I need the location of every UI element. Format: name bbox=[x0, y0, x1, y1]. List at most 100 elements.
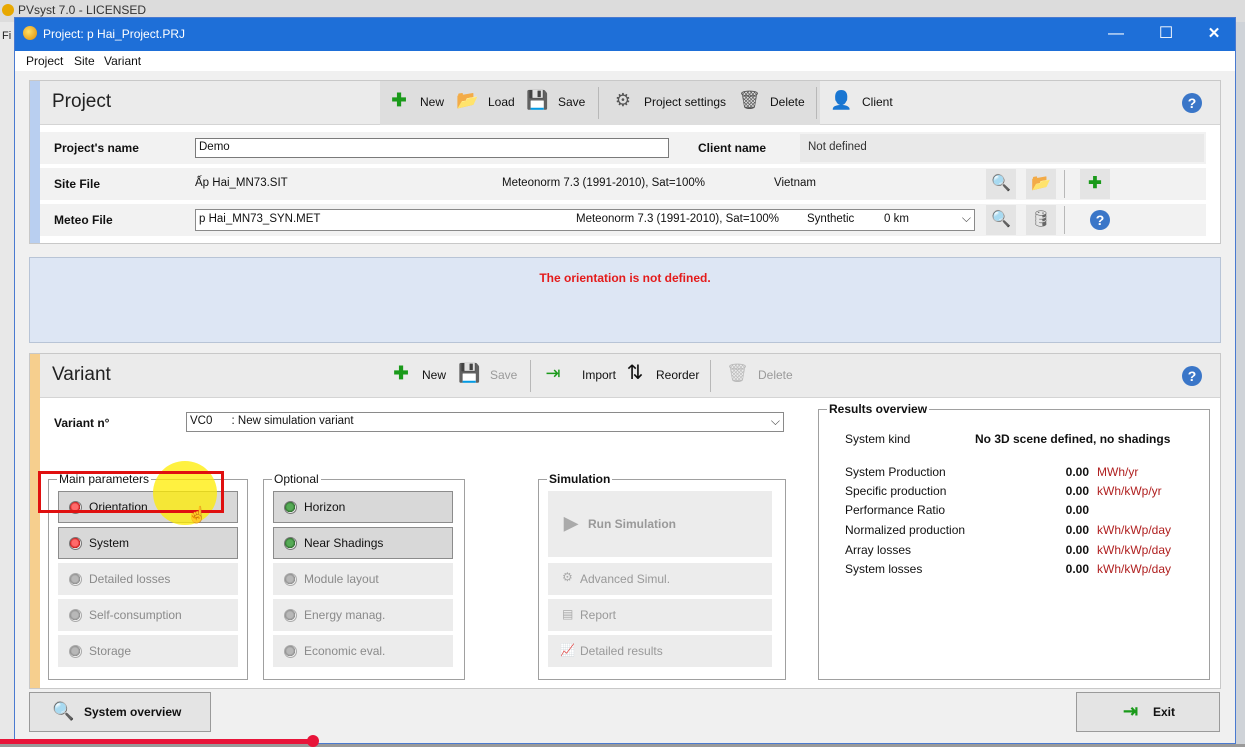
background-title-text: PVsyst 7.0 - LICENSED bbox=[18, 3, 147, 17]
project-panel: Project ✚ New 📂 Load 💾 Save ⚙ Project settin… bbox=[29, 80, 1221, 244]
storage-button[interactable]: Storage bbox=[58, 635, 238, 667]
project-help-icon[interactable]: ? bbox=[1182, 93, 1202, 113]
report-button[interactable]: ▤ Report bbox=[548, 599, 772, 631]
user-icon: 👤 bbox=[830, 90, 853, 110]
client-name-value: Not defined bbox=[808, 141, 867, 153]
near-shadings-button[interactable]: Near Shadings bbox=[273, 527, 453, 559]
result-unit: kWh/kWp/day bbox=[1097, 543, 1172, 557]
project-name-field[interactable]: Demo bbox=[195, 138, 669, 158]
minimize-button[interactable]: — bbox=[1101, 22, 1131, 46]
system-kind-label: System kind bbox=[845, 432, 911, 446]
project-header: Project ✚ New 📂 Load 💾 Save ⚙ Project settin… bbox=[40, 81, 1220, 125]
chevron-down-icon: ⌵ bbox=[961, 211, 971, 225]
chevron-down-icon: ⌵ bbox=[770, 414, 780, 428]
energy-manag-label: Energy manag. bbox=[304, 608, 386, 622]
meteo-database-button[interactable]: 🛢 bbox=[1026, 205, 1056, 235]
economic-eval-label: Economic eval. bbox=[304, 644, 386, 658]
chart-icon: 📈 bbox=[560, 643, 575, 657]
near-shadings-label: Near Shadings bbox=[304, 536, 384, 550]
status-gray-icon bbox=[69, 609, 82, 622]
magnifier-icon: 🔍 bbox=[52, 701, 75, 721]
video-progress-bar[interactable] bbox=[0, 735, 319, 747]
plus-icon: ✚ bbox=[1088, 175, 1102, 192]
meteo-help-icon[interactable]: ? bbox=[1090, 210, 1110, 230]
variant-save-label: Save bbox=[490, 368, 518, 382]
economic-eval-button[interactable]: Economic eval. bbox=[273, 635, 453, 667]
row-separator bbox=[1064, 206, 1065, 234]
menu-project[interactable]: Project bbox=[26, 54, 63, 68]
result-unit: kWh/kWp/day bbox=[1097, 562, 1172, 576]
meteo-view-button[interactable]: 🔍 bbox=[986, 205, 1016, 235]
background-edge bbox=[1235, 22, 1245, 744]
results-overview-legend: Results overview bbox=[829, 402, 928, 416]
project-window: Project: p Hai_Project.PRJ — ☐ ✕ Project… bbox=[14, 17, 1236, 744]
gear-icon: ⚙ bbox=[562, 570, 573, 584]
run-simulation-button[interactable]: ▶ Run Simulation bbox=[548, 491, 772, 557]
variant-number-value: VC0 : New simulation variant bbox=[190, 415, 354, 427]
window-titlebar[interactable]: Project: p Hai_Project.PRJ — ☐ ✕ bbox=[15, 18, 1235, 51]
system-button[interactable]: System bbox=[58, 527, 238, 559]
progress-knob[interactable] bbox=[307, 735, 319, 747]
run-simulation-label: Run Simulation bbox=[588, 517, 676, 531]
orientation-error-message: The orientation is not defined. bbox=[539, 271, 711, 285]
exit-button[interactable]: ⇥ Exit bbox=[1076, 692, 1220, 732]
detailed-losses-label: Detailed losses bbox=[89, 572, 171, 586]
horizon-button[interactable]: Horizon bbox=[273, 491, 453, 523]
detailed-losses-button[interactable]: Detailed losses bbox=[58, 563, 238, 595]
result-unit: MWh/yr bbox=[1097, 465, 1139, 479]
site-file-row: Site File Ấp Hai_MN73.SIT Meteonorm 7.3 … bbox=[40, 168, 1206, 200]
toolbar-separator bbox=[816, 87, 817, 119]
exit-door-icon: ⇥ bbox=[1123, 701, 1139, 721]
self-consumption-button[interactable]: Self-consumption bbox=[58, 599, 238, 631]
pvsyst-logo-icon bbox=[2, 4, 14, 16]
result-unit: kWh/kWp/yr bbox=[1097, 484, 1162, 498]
advanced-simul-button[interactable]: ⚙ Advanced Simul. bbox=[548, 563, 772, 595]
site-country: Vietnam bbox=[774, 177, 816, 189]
result-unit: kWh/kWp/day bbox=[1097, 523, 1172, 537]
project-name-row: Project's name Demo Client name Not defi… bbox=[40, 132, 1206, 164]
variant-title: Variant bbox=[52, 364, 111, 385]
plus-icon: ✚ bbox=[393, 363, 409, 383]
exit-label: Exit bbox=[1153, 705, 1176, 719]
meteo-file-select[interactable]: p Hai_MN73_SYN.MET Meteonorm 7.3 (1991-2… bbox=[195, 209, 975, 231]
self-consumption-label: Self-consumption bbox=[89, 608, 182, 622]
toolbar-separator bbox=[530, 360, 531, 392]
detailed-results-label: Detailed results bbox=[580, 644, 663, 658]
site-file-name: Ấp Hai_MN73.SIT bbox=[195, 177, 288, 189]
meteo-file-name: p Hai_MN73_SYN.MET bbox=[199, 213, 321, 225]
floppy-icon: 💾 bbox=[526, 90, 549, 110]
client-name-label: Client name bbox=[698, 141, 767, 155]
report-icon: ▤ bbox=[562, 607, 574, 621]
row-separator bbox=[1064, 170, 1065, 198]
site-new-button[interactable]: ✚ bbox=[1080, 169, 1110, 199]
simulation-legend: Simulation bbox=[549, 472, 611, 486]
module-layout-button[interactable]: Module layout bbox=[273, 563, 453, 595]
maximize-button[interactable]: ☐ bbox=[1151, 22, 1181, 46]
system-overview-button[interactable]: 🔍 System overview bbox=[29, 692, 211, 732]
variant-select[interactable]: VC0 : New simulation variant ⌵ bbox=[186, 412, 784, 432]
variant-help-icon[interactable]: ? bbox=[1182, 366, 1202, 386]
project-new-label: New bbox=[420, 95, 445, 109]
background-menu-fragment: Fi bbox=[0, 22, 14, 744]
meteo-distance: 0 km bbox=[884, 213, 909, 225]
import-icon: ⇥ bbox=[545, 363, 561, 383]
close-button[interactable]: ✕ bbox=[1199, 22, 1229, 46]
system-overview-label: System overview bbox=[84, 705, 182, 719]
play-icon: ▶ bbox=[564, 513, 578, 533]
variant-import-label: Import bbox=[582, 368, 617, 382]
menu-variant[interactable]: Variant bbox=[104, 54, 141, 68]
result-value: 0.00 bbox=[1065, 503, 1089, 517]
system-kind-value: No 3D scene defined, no shadings bbox=[975, 432, 1171, 446]
gear-icon: ⚙ bbox=[614, 90, 632, 110]
energy-manag-button[interactable]: Energy manag. bbox=[273, 599, 453, 631]
site-load-button[interactable]: 📂 bbox=[1026, 169, 1056, 199]
site-view-button[interactable]: 🔍 bbox=[986, 169, 1016, 199]
menu-site[interactable]: Site bbox=[74, 54, 95, 68]
detailed-results-button[interactable]: 📈 Detailed results bbox=[548, 635, 772, 667]
floppy-icon: 💾 bbox=[458, 363, 481, 383]
simulation-group: Simulation ▶ Run Simulation ⚙ Advanced Sim… bbox=[538, 472, 786, 680]
module-layout-label: Module layout bbox=[304, 572, 379, 586]
magnifier-doc-icon: 🔍 bbox=[991, 211, 1011, 228]
result-value: 0.00 bbox=[1065, 562, 1089, 576]
status-gray-icon bbox=[69, 645, 82, 658]
